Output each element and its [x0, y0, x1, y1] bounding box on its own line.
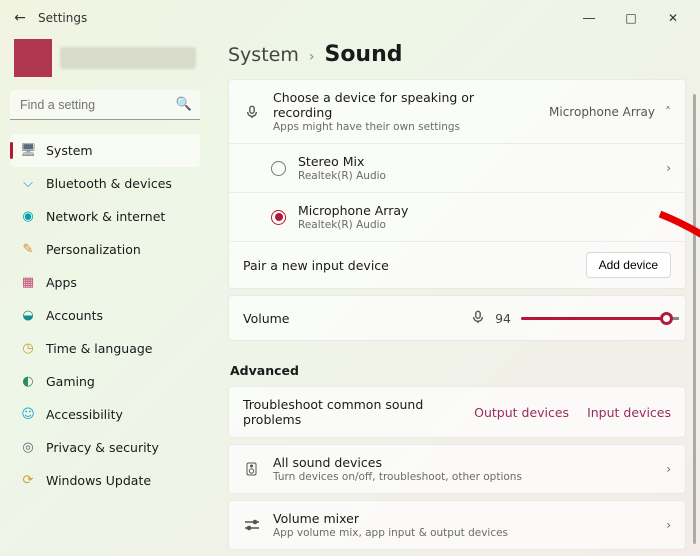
account-header[interactable] — [10, 36, 200, 80]
wifi-icon: ◉ — [20, 209, 36, 224]
selected-device-label: Microphone Array — [549, 105, 655, 119]
page-title: Sound — [324, 42, 402, 67]
window-title: Settings — [38, 11, 87, 25]
sidebar-item-label: Network & internet — [46, 209, 165, 224]
scrollbar[interactable] — [693, 94, 696, 544]
troubleshoot-label: Troubleshoot common sound problems — [243, 397, 462, 427]
sidebar-item-label: Personalization — [46, 242, 141, 257]
radio-unselected-icon[interactable] — [271, 161, 286, 176]
volume-mixer-card[interactable]: Volume mixer App volume mix, app input &… — [228, 500, 686, 550]
sidebar-item-network[interactable]: ◉ Network & internet — [10, 200, 200, 233]
sidebar-item-label: Privacy & security — [46, 440, 159, 455]
nav-list: 🖥 System ⌵ Bluetooth & devices ◉ Network & … — [10, 134, 200, 497]
device-name: Microphone Array — [298, 203, 654, 218]
breadcrumb: System › Sound — [228, 36, 686, 79]
row-subtitle: Apps might have their own settings — [273, 121, 537, 133]
chevron-up-icon: ˄ — [665, 105, 671, 119]
add-device-button[interactable]: Add device — [586, 252, 671, 278]
sidebar-item-accessibility[interactable]: ☺ Accessibility — [10, 398, 200, 431]
sidebar-item-label: Accounts — [46, 308, 103, 323]
sidebar-item-apps[interactable]: ▦ Apps — [10, 266, 200, 299]
row-subtitle: App volume mix, app input & output devic… — [273, 527, 654, 539]
back-button[interactable]: ← — [6, 10, 34, 26]
advanced-header: Advanced — [228, 347, 686, 386]
chevron-right-icon: › — [309, 49, 315, 65]
pair-device-row: Pair a new input device Add device — [229, 241, 685, 288]
row-title: Volume mixer — [273, 511, 654, 526]
sidebar-item-label: Gaming — [46, 374, 95, 389]
device-driver: Realtek(R) Audio — [298, 170, 654, 182]
avatar — [14, 39, 52, 77]
shield-icon: ◎ — [20, 440, 36, 455]
slider-thumb[interactable] — [660, 312, 673, 325]
apps-icon: ▦ — [20, 275, 36, 290]
sidebar-item-label: Apps — [46, 275, 77, 290]
bluetooth-icon: ⌵ — [20, 176, 36, 191]
pair-label: Pair a new input device — [243, 258, 574, 273]
accounts-icon: ◒ — [20, 308, 36, 323]
volume-slider[interactable] — [521, 317, 671, 320]
chevron-right-icon[interactable]: › — [666, 161, 671, 175]
input-device-header[interactable]: Choose a device for speaking or recordin… — [229, 80, 685, 143]
close-button[interactable]: ✕ — [652, 4, 694, 32]
input-device-card: Choose a device for speaking or recordin… — [228, 79, 686, 289]
title-bar: ← Settings ― □ ✕ — [0, 0, 700, 36]
sidebar-item-bluetooth[interactable]: ⌵ Bluetooth & devices — [10, 167, 200, 200]
device-name: Stereo Mix — [298, 154, 654, 169]
sidebar-item-label: Bluetooth & devices — [46, 176, 172, 191]
row-subtitle: Turn devices on/off, troubleshoot, other… — [273, 471, 654, 483]
sidebar-item-label: System — [46, 143, 93, 158]
device-driver: Realtek(R) Audio — [298, 219, 654, 231]
all-sound-devices-card[interactable]: All sound devices Turn devices on/off, t… — [228, 444, 686, 494]
chevron-right-icon: › — [666, 518, 671, 532]
microphone-icon[interactable] — [471, 310, 485, 327]
volume-card: Volume 94 — [228, 295, 686, 341]
sidebar-item-gaming[interactable]: ◐ Gaming — [10, 365, 200, 398]
row-title: All sound devices — [273, 455, 654, 470]
output-devices-link[interactable]: Output devices — [474, 405, 569, 420]
breadcrumb-root[interactable]: System — [228, 44, 299, 66]
microphone-icon — [243, 105, 261, 119]
sidebar-item-time[interactable]: ◷ Time & language — [10, 332, 200, 365]
search-icon: 🔍 — [176, 97, 192, 112]
update-icon: ⟳ — [20, 473, 36, 488]
troubleshoot-card: Troubleshoot common sound problems Outpu… — [228, 386, 686, 438]
search-input[interactable] — [10, 90, 200, 120]
brush-icon: ✎ — [20, 242, 36, 257]
chevron-right-icon: › — [666, 462, 671, 476]
sidebar-item-label: Windows Update — [46, 473, 151, 488]
device-option-mic-array[interactable]: Microphone Array Realtek(R) Audio › — [229, 192, 685, 241]
minimize-button[interactable]: ― — [568, 4, 610, 32]
sidebar-item-update[interactable]: ⟳ Windows Update — [10, 464, 200, 497]
sidebar-item-personalization[interactable]: ✎ Personalization — [10, 233, 200, 266]
radio-selected-icon[interactable] — [271, 210, 286, 225]
sidebar-item-system[interactable]: 🖥 System — [10, 134, 200, 167]
maximize-button[interactable]: □ — [610, 4, 652, 32]
account-name-redacted — [60, 47, 196, 69]
accessibility-icon: ☺ — [20, 407, 36, 422]
system-icon: 🖥 — [20, 143, 36, 158]
device-option-stereo-mix[interactable]: Stereo Mix Realtek(R) Audio › — [229, 143, 685, 192]
clock-icon: ◷ — [20, 341, 36, 356]
gaming-icon: ◐ — [20, 374, 36, 389]
chevron-right-icon[interactable]: › — [666, 210, 671, 224]
volume-value: 94 — [495, 311, 511, 326]
speaker-icon — [243, 462, 261, 476]
sidebar-item-label: Time & language — [46, 341, 152, 356]
volume-label: Volume — [243, 311, 459, 326]
sidebar-item-privacy[interactable]: ◎ Privacy & security — [10, 431, 200, 464]
sidebar-item-label: Accessibility — [46, 407, 123, 422]
row-title: Choose a device for speaking or recordin… — [273, 90, 537, 120]
sidebar: 🔍 🖥 System ⌵ Bluetooth & devices ◉ Network … — [0, 36, 210, 556]
sidebar-item-accounts[interactable]: ◒ Accounts — [10, 299, 200, 332]
main-content: System › Sound Choose a device for speak… — [210, 36, 700, 556]
mixer-icon — [243, 518, 261, 532]
input-devices-link[interactable]: Input devices — [587, 405, 671, 420]
